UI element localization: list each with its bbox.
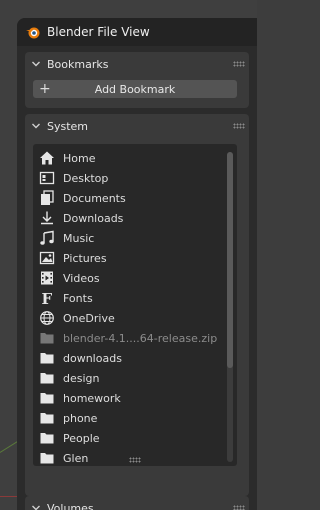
list-item-people[interactable]: People <box>33 428 237 448</box>
list-item-phone[interactable]: phone <box>33 408 237 428</box>
list-item-label: homework <box>63 391 121 405</box>
list-item-label: Music <box>63 231 95 245</box>
list-item-downloads-folder[interactable]: downloads <box>33 348 237 368</box>
list-item-home[interactable]: Home <box>33 148 237 168</box>
list-item-label: downloads <box>63 351 122 365</box>
list-item-label: Fonts <box>63 291 93 305</box>
downloads-icon <box>41 211 53 225</box>
folder-icon <box>40 453 54 464</box>
list-item-label: design <box>63 371 100 385</box>
globe-icon <box>40 311 54 325</box>
volumes-panel: Volumes <box>25 496 249 510</box>
list-item-label: blender-4.1....64-release.zip <box>63 331 218 345</box>
drag-grip-icon[interactable] <box>233 123 245 129</box>
add-bookmark-button[interactable]: + Add Bookmark <box>33 80 237 98</box>
drag-grip-icon[interactable] <box>233 505 245 510</box>
bookmarks-header-label: Bookmarks <box>47 57 109 71</box>
list-item-label: Pictures <box>63 251 107 265</box>
window-titlebar[interactable]: Blender File View <box>17 18 257 46</box>
music-icon <box>40 230 54 245</box>
add-bookmark-label: Add Bookmark <box>94 82 176 96</box>
list-scrollbar[interactable] <box>227 152 233 462</box>
bookmarks-panel-header[interactable]: Bookmarks <box>25 52 249 76</box>
list-item-onedrive[interactable]: OneDrive <box>33 308 237 328</box>
list-item-label: OneDrive <box>63 311 115 325</box>
bookmarks-panel: Bookmarks + Add Bookmark <box>25 52 249 108</box>
blender-logo-icon <box>26 27 40 39</box>
fonts-icon: F <box>42 290 53 306</box>
system-panel-header[interactable]: System <box>25 114 249 138</box>
system-panel: System Home Desktop Documents Downloads … <box>25 114 249 496</box>
list-item-label: Downloads <box>63 211 124 225</box>
chevron-down-icon <box>32 61 40 67</box>
chevron-down-icon <box>32 505 40 510</box>
folder-icon <box>40 433 54 444</box>
system-locations-list: Home Desktop Documents Downloads Music P… <box>33 144 237 466</box>
list-item-label: People <box>63 431 100 445</box>
list-item-documents[interactable]: Documents <box>33 188 237 208</box>
folder-icon <box>40 413 54 424</box>
list-item-homework[interactable]: homework <box>33 388 237 408</box>
list-item-label: Documents <box>63 191 126 205</box>
window-title: Blender File View <box>47 25 150 39</box>
list-resize-grip-icon[interactable] <box>129 457 141 463</box>
videos-icon <box>41 271 53 285</box>
list-item-label: Videos <box>63 271 100 285</box>
volumes-panel-header[interactable]: Volumes <box>25 496 249 510</box>
system-header-label: System <box>47 119 89 133</box>
list-item-label: phone <box>63 411 98 425</box>
folder-icon <box>40 373 54 384</box>
folder-icon <box>40 333 54 344</box>
list-item-pictures[interactable]: Pictures <box>33 248 237 268</box>
pictures-icon <box>39 251 55 265</box>
list-item-design[interactable]: design <box>33 368 237 388</box>
documents-icon <box>41 190 54 205</box>
list-item-label: Glen <box>63 451 89 465</box>
plus-icon: + <box>39 81 51 97</box>
list-item-fonts[interactable]: F Fonts <box>33 288 237 308</box>
list-item-downloads[interactable]: Downloads <box>33 208 237 228</box>
scrollbar-thumb[interactable] <box>227 152 233 368</box>
chevron-down-icon <box>32 123 40 129</box>
list-item-desktop[interactable]: Desktop <box>33 168 237 188</box>
list-item-label: Home <box>63 151 96 165</box>
folder-icon <box>40 393 54 404</box>
desktop-icon <box>39 171 55 185</box>
drag-grip-icon[interactable] <box>233 61 245 67</box>
list-item-videos[interactable]: Videos <box>33 268 237 288</box>
list-item-label: Desktop <box>63 171 109 185</box>
file-view-window: Blender File View Bookmarks + Add Bookma… <box>17 18 257 510</box>
home-icon <box>40 151 54 165</box>
list-item-blender-zip[interactable]: blender-4.1....64-release.zip <box>33 328 237 348</box>
volumes-header-label: Volumes <box>47 501 94 510</box>
folder-icon <box>40 353 54 364</box>
list-item-music[interactable]: Music <box>33 228 237 248</box>
svg-text:F: F <box>42 290 53 306</box>
